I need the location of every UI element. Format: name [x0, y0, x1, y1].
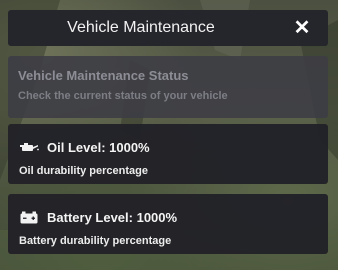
- car-battery-icon: [20, 211, 38, 224]
- status-subtitle: Check the current status of your vehicle: [18, 90, 228, 102]
- oil-can-icon: [20, 143, 39, 151]
- oil-level-card: Oil Level: 1000% Oil durability percenta…: [8, 124, 328, 184]
- status-title: Vehicle Maintenance Status: [18, 68, 189, 83]
- status-card: Vehicle Maintenance Status Check the cur…: [8, 56, 328, 118]
- window-title: Vehicle Maintenance: [67, 19, 215, 36]
- battery-level-subtitle: Battery durability percentage: [19, 235, 172, 247]
- battery-level-title: Battery Level: 1000%: [47, 209, 178, 225]
- close-button[interactable]: ✕: [276, 10, 328, 46]
- header-bar: Vehicle Maintenance ✕: [8, 10, 328, 46]
- oil-level-subtitle: Oil durability percentage: [19, 165, 148, 177]
- battery-level-card: Battery Level: 1000% Battery durability …: [8, 194, 328, 254]
- close-icon[interactable]: ✕: [294, 17, 311, 39]
- oil-level-title: Oil Level: 1000%: [47, 139, 150, 155]
